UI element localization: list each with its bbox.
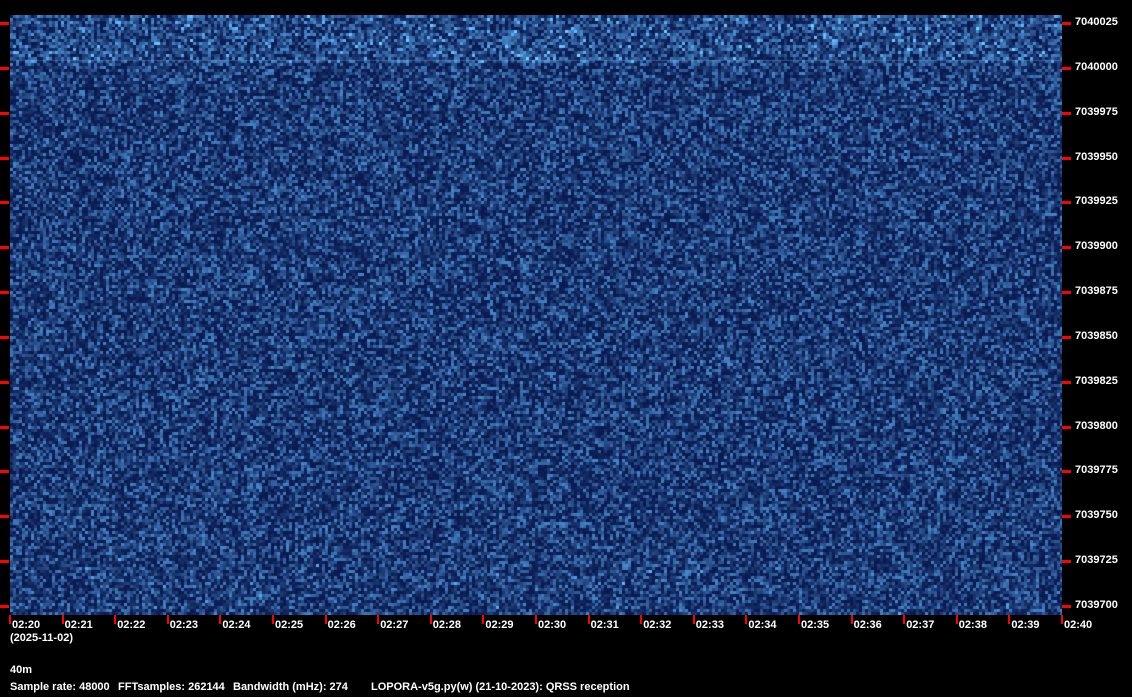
y-tick-left xyxy=(0,425,9,429)
x-tick xyxy=(166,615,169,624)
y-tick-left xyxy=(0,335,9,339)
y-tick-label: 7040000 xyxy=(1075,60,1118,73)
y-tick-left xyxy=(0,560,9,564)
y-tick-left xyxy=(0,470,9,474)
y-tick-left xyxy=(0,66,9,70)
x-tick xyxy=(692,615,695,624)
y-tick-label: 7039750 xyxy=(1075,509,1118,522)
x-tick-label: 02:37 xyxy=(906,619,935,631)
y-tick-right xyxy=(1062,560,1071,564)
y-tick-right xyxy=(1062,201,1071,205)
y-tick-label: 7039900 xyxy=(1075,240,1118,253)
x-tick xyxy=(903,615,906,624)
x-tick xyxy=(272,615,274,624)
x-tick xyxy=(219,615,222,624)
x-tick-label: 02:36 xyxy=(853,619,882,631)
y-tick-right xyxy=(1062,425,1071,429)
x-tick-label: 02:34 xyxy=(748,619,777,631)
y-tick-label: 7039825 xyxy=(1075,374,1118,387)
y-tick-left xyxy=(0,201,9,205)
fft-samples: FFTsamples: 262144 xyxy=(118,681,225,693)
x-tick-label: 02:21 xyxy=(64,619,93,631)
y-tick-right xyxy=(1062,291,1071,295)
x-tick-label: 02:29 xyxy=(485,619,514,631)
x-tick xyxy=(61,615,64,624)
x-tick xyxy=(429,615,432,624)
y-tick-right xyxy=(1062,335,1071,339)
x-tick-label: 02:22 xyxy=(117,619,146,631)
y-tick-right xyxy=(1062,66,1071,70)
y-tick-right xyxy=(1062,515,1071,519)
x-tick-label: 02:20 xyxy=(12,619,41,631)
x-tick xyxy=(324,615,327,624)
y-tick-right xyxy=(1062,380,1071,384)
y-tick-right xyxy=(1062,605,1071,608)
y-tick-right xyxy=(1062,22,1071,25)
y-tick-right xyxy=(1062,156,1071,160)
y-tick-label: 7039975 xyxy=(1075,105,1118,118)
program-title: LOPORA-v5g.py(w) (21-10-2023): QRSS rece… xyxy=(371,681,630,693)
x-tick xyxy=(377,615,380,624)
y-tick-right xyxy=(1062,111,1071,115)
x-tick xyxy=(114,615,117,624)
x-tick-label: 02:40 xyxy=(1064,619,1093,631)
x-tick-label: 02:27 xyxy=(380,619,409,631)
y-tick-left xyxy=(0,380,9,384)
y-tick-label: 7039850 xyxy=(1075,329,1118,342)
y-tick-label: 7040025 xyxy=(1075,16,1118,28)
band-label: 40m xyxy=(10,664,33,676)
x-tick xyxy=(1061,615,1063,624)
x-tick-label: 02:26 xyxy=(327,619,356,631)
y-tick-left xyxy=(0,291,9,295)
x-tick-label: 02:23 xyxy=(169,619,198,631)
x-tick xyxy=(798,615,800,624)
x-tick-label: 02:30 xyxy=(538,619,567,631)
y-tick-label: 7039925 xyxy=(1075,195,1118,208)
sample-rate: Sample rate: 48000 xyxy=(10,681,110,693)
bandwidth: Bandwidth (mHz): 274 xyxy=(233,681,348,693)
y-tick-label: 7039800 xyxy=(1075,419,1118,432)
x-tick xyxy=(1008,615,1011,624)
x-tick-label: 02:28 xyxy=(432,619,461,631)
x-tick xyxy=(850,615,853,624)
x-tick xyxy=(587,615,590,624)
x-tick-label: 02:35 xyxy=(801,619,830,631)
x-tick xyxy=(955,615,958,624)
y-tick-label: 7039875 xyxy=(1075,285,1118,298)
x-tick-label: 02:24 xyxy=(222,619,251,631)
x-tick-label: 02:25 xyxy=(275,619,304,631)
x-tick xyxy=(745,615,748,624)
x-tick xyxy=(640,615,643,624)
x-tick-label: 02:32 xyxy=(643,619,672,631)
y-tick-right xyxy=(1062,246,1071,250)
y-tick-left xyxy=(0,156,9,160)
x-tick-label: 02:33 xyxy=(695,619,724,631)
y-tick-left xyxy=(0,246,9,250)
y-tick-left xyxy=(0,515,9,519)
x-tick xyxy=(482,615,485,624)
y-tick-left xyxy=(0,605,9,608)
y-tick-left xyxy=(0,22,9,25)
y-tick-label: 7039950 xyxy=(1075,150,1118,163)
date-label: (2025-11-02) xyxy=(10,632,73,644)
x-tick-label: 02:39 xyxy=(1011,619,1040,631)
y-tick-label: 7039725 xyxy=(1075,554,1118,567)
y-tick-left xyxy=(0,111,9,115)
y-tick-label: 7039700 xyxy=(1075,599,1118,611)
x-tick-label: 02:38 xyxy=(958,619,987,631)
y-tick-label: 7039775 xyxy=(1075,464,1118,477)
x-tick xyxy=(9,615,11,624)
x-tick xyxy=(535,615,537,624)
y-tick-right xyxy=(1062,470,1071,474)
x-tick-label: 02:31 xyxy=(590,619,619,631)
waterfall-spectrogram xyxy=(10,15,1062,615)
